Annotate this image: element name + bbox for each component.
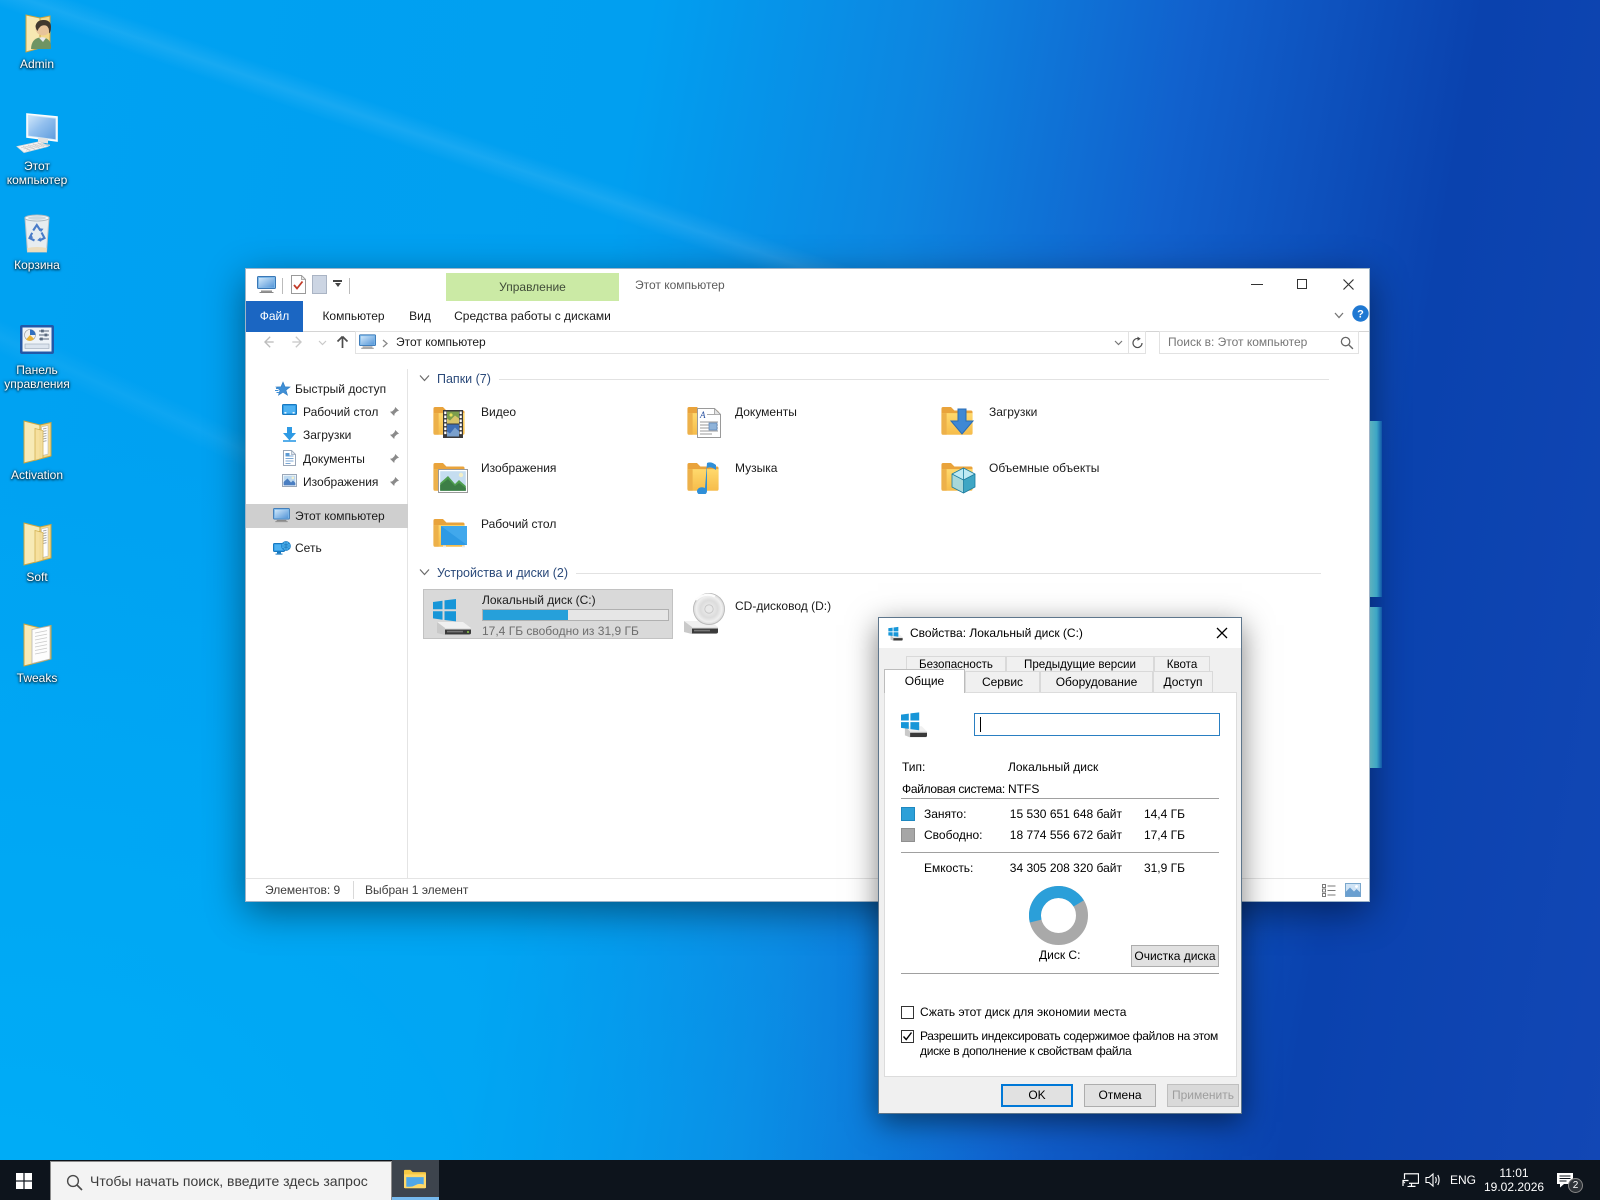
svg-text:?: ? [1357, 309, 1364, 321]
svg-text:A: A [699, 410, 706, 420]
